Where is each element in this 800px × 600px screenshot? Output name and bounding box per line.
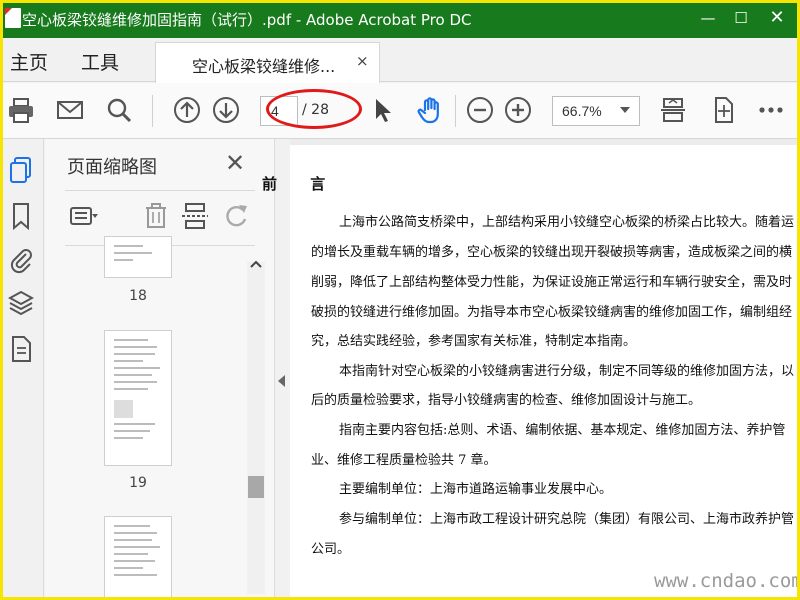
maximize-button[interactable]: ☐ — [728, 6, 754, 30]
close-window-button[interactable]: ✕ — [764, 6, 790, 30]
thumbnail-scrollbar[interactable] — [247, 262, 265, 594]
attachment-icon[interactable] — [8, 245, 34, 275]
search-icon[interactable] — [104, 95, 134, 125]
panel-divider — [65, 190, 255, 191]
thumbnail-page-number: 18 — [129, 288, 147, 304]
page-thumbnails-icon[interactable] — [8, 155, 34, 185]
zoom-out-icon[interactable] — [465, 95, 495, 125]
acrobat-logo-icon — [5, 8, 21, 28]
select-arrow-icon[interactable] — [368, 95, 398, 125]
paragraph-line: 后的质量检验要求，指导小铰缝病害的检查、维修加固设计与施工。 — [311, 393, 702, 408]
close-panel-button[interactable]: ✕ — [225, 149, 245, 177]
insert-page-icon[interactable] — [180, 201, 210, 231]
close-tab-button[interactable]: × — [356, 52, 369, 70]
thumbnail-content — [114, 245, 162, 269]
page-thumbnail[interactable] — [104, 236, 172, 278]
paragraph-line: 究，总结实践经验，参考国家有关标准，特制定本指南。 — [311, 334, 637, 349]
collapse-panel-icon[interactable] — [275, 368, 288, 394]
zoom-in-icon[interactable] — [503, 95, 533, 125]
paragraph-line: 业、维修工程质量检验共 7 章。 — [311, 453, 497, 468]
paragraph-line: 公司。 — [311, 542, 351, 557]
rotate-icon[interactable] — [221, 201, 251, 231]
printer-icon[interactable] — [6, 95, 36, 125]
hand-tool-icon[interactable] — [416, 95, 446, 125]
page-up-icon[interactable] — [172, 95, 202, 125]
mail-icon[interactable] — [55, 95, 85, 125]
paragraph-line: 指南主要内容包括:总则、术语、编制依据、基本规定、维修加固方法、养护管 — [339, 423, 786, 438]
bookmark-icon[interactable] — [8, 201, 34, 231]
annotation-ellipse — [266, 89, 362, 129]
paragraph-line: 本指南针对空心板梁的小铰缝病害进行分级，制定不同等级的维修加固方法，以 — [339, 364, 795, 379]
chevron-up-icon[interactable] — [249, 257, 263, 271]
thumbnail-content — [114, 525, 162, 591]
page-thumbnail[interactable] — [104, 516, 172, 600]
document-tab-label: 空心板梁铰缝维修... — [192, 57, 336, 76]
window-title: 空心板梁铰缝维修加固指南（试行）.pdf - Adobe Acrobat Pro… — [22, 11, 472, 29]
document-heading: 前 言 — [262, 175, 340, 193]
main-toolbar: / 28 66.7% — [0, 83, 800, 139]
tab-bar: 主页 工具 空心板梁铰缝维修... × — [0, 38, 800, 83]
paragraph-line: 主要编制单位：上海市道路运输事业发展中心。 — [339, 482, 613, 497]
tab-document[interactable]: 空心板梁铰缝维修... × — [155, 42, 380, 83]
paragraph-line: 破损的铰缝进行维修加固。为指导本市空心板梁铰缝病害的维修加固工作，编制组经 — [311, 305, 793, 320]
tab-tools[interactable]: 工具 — [81, 48, 119, 75]
paragraph-line: 参与编制单位：上海市政工程设计研究总院（集团）有限公司、上海市政养护管 — [339, 512, 795, 527]
layers-icon[interactable] — [8, 289, 34, 319]
minimize-button[interactable]: — — [695, 6, 721, 30]
panel-title: 页面缩略图 — [67, 157, 157, 178]
document-icon[interactable] — [8, 334, 34, 364]
toolbar-divider — [455, 95, 456, 127]
page-thumbnail[interactable] — [104, 330, 172, 466]
delete-icon[interactable] — [141, 201, 171, 231]
paragraph-line: 的增长及重载车辆的增多，空心板梁的铰缝出现开裂破损等病害，造成板梁之间的横 — [311, 245, 793, 260]
more-icon[interactable] — [756, 95, 786, 125]
title-bar: 空心板梁铰缝维修加固指南（试行）.pdf - Adobe Acrobat Pro… — [0, 0, 800, 38]
scrollbar-thumb[interactable] — [248, 476, 264, 498]
fit-page-icon[interactable] — [658, 95, 688, 125]
page-down-icon[interactable] — [211, 95, 241, 125]
tab-home[interactable]: 主页 — [10, 48, 48, 75]
full-screen-icon[interactable] — [708, 95, 738, 125]
thumbnail-content — [114, 339, 162, 457]
thumbnail-page-number: 19 — [129, 475, 147, 491]
left-navigation-rail — [0, 139, 44, 600]
options-menu-icon[interactable] — [69, 201, 99, 231]
paragraph-line: 上海市公路简支桥梁中，上部结构采用小铰缝空心板梁的桥梁占比较大。随着运 — [339, 215, 795, 230]
watermark-text: www.cndao.com — [654, 570, 800, 592]
chevron-down-icon[interactable] — [620, 107, 630, 113]
paragraph-line: 削弱，降低了上部结构整体受力性能，为保证设施正常运行和车辆行驶安全，需及时 — [311, 275, 793, 290]
toolbar-divider — [152, 95, 153, 127]
